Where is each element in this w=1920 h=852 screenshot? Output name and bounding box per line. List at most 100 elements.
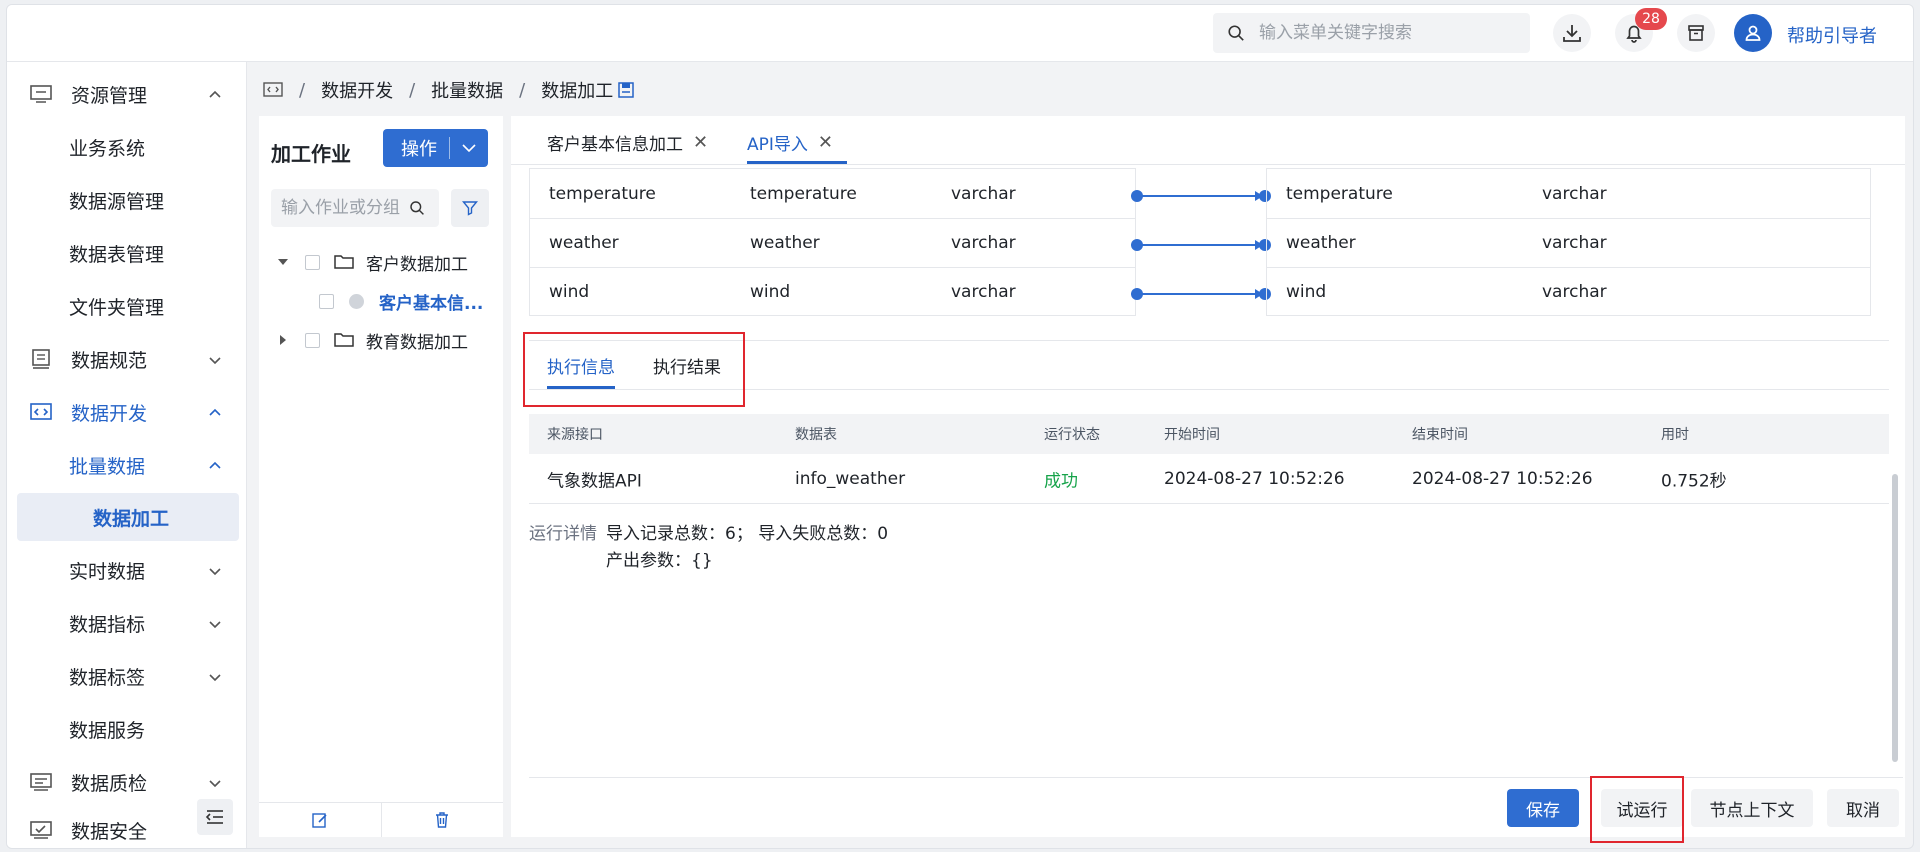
indent-icon — [205, 810, 223, 824]
sidebar-item-batch-data[interactable]: 批量数据 — [7, 441, 247, 489]
cell-source: 气象数据API — [547, 471, 642, 491]
sidebar-item-data-dev[interactable]: 数据开发 — [7, 388, 247, 436]
details-line: 产出参数：{} — [606, 551, 713, 571]
sidebar-collapse-button[interactable] — [197, 799, 233, 835]
user-icon — [1745, 25, 1761, 41]
table-row[interactable]: 气象数据API info_weather 成功 2024-08-27 10:52… — [529, 454, 1889, 504]
source-field: weather — [750, 233, 820, 253]
source-type: varchar — [951, 233, 1016, 253]
breadcrumb-separator: / — [519, 79, 526, 101]
main-panel: 客户基本信息加工 ✕ API导入 ✕ temperature temperatu… — [511, 116, 1905, 843]
tree-node-education[interactable]: 教育数据加工 — [277, 325, 468, 355]
tabbar-divider — [511, 164, 1905, 165]
tree-node-customer[interactable]: 客户数据加工 — [277, 247, 468, 277]
job-search[interactable] — [271, 189, 439, 227]
breadcrumb-item-data-dev[interactable]: 数据开发 — [321, 77, 393, 103]
breadcrumb: / 数据开发 / 批量数据 / 数据加工 — [263, 77, 635, 103]
close-icon[interactable]: ✕ — [818, 132, 833, 153]
caret-down-icon[interactable] — [277, 256, 289, 268]
tab-label: 客户基本信息加工 — [547, 135, 683, 155]
sidebar-item-business-system[interactable]: 业务系统 — [7, 123, 247, 171]
mapping-connector[interactable] — [1131, 288, 1271, 300]
cell-end-time: 2024-08-27 10:52:26 — [1412, 468, 1593, 489]
sidebar-item-resource-mgmt[interactable]: 资源管理 — [7, 70, 247, 118]
details-line: 导入记录总数：6； 导入失败总数：0 — [606, 524, 889, 544]
search-icon — [1228, 25, 1244, 41]
sidebar-item-realtime-data[interactable]: 实时数据 — [7, 546, 247, 594]
sidebar-item-label: 数据安全 — [71, 820, 148, 843]
delete-button[interactable] — [380, 803, 504, 837]
job-panel: 加工作业 操作 客户数据加工 客户基本信... 教育数据加工 — [259, 116, 503, 837]
sidebar-item-datasource[interactable]: 数据源管理 — [7, 176, 247, 224]
code-icon — [30, 403, 52, 420]
notification-badge: 28 — [1635, 8, 1667, 30]
sidebar-item-folder[interactable]: 文件夹管理 — [7, 282, 247, 330]
checklist-icon — [30, 773, 52, 791]
sidebar-item-data-metric[interactable]: 数据指标 — [7, 599, 247, 647]
sidebar-item-data-standard[interactable]: 数据规范 — [7, 335, 247, 383]
tab-label: API导入 — [747, 135, 808, 155]
cancel-button[interactable]: 取消 — [1827, 789, 1899, 827]
sidebar-item-label: 数据服务 — [69, 719, 146, 742]
menu-search[interactable] — [1213, 13, 1530, 53]
source-type: varchar — [951, 183, 1016, 204]
table-row[interactable]: wind wind varchar — [530, 267, 1135, 316]
notification-button[interactable]: 28 — [1615, 8, 1667, 52]
breadcrumb-item-batch-data[interactable]: 批量数据 — [431, 77, 503, 103]
sidebar-item-data-service[interactable]: 数据服务 — [7, 705, 247, 753]
sidebar-item-label: 数据表管理 — [69, 243, 165, 266]
edit-icon — [312, 813, 327, 828]
mapping-connector[interactable] — [1131, 190, 1271, 202]
tab-api-import[interactable]: API导入 ✕ — [747, 130, 833, 155]
tree-node-customer-basic[interactable]: 客户基本信... — [319, 286, 483, 316]
details-label: 运行详情 — [529, 524, 597, 544]
chevron-up-icon — [209, 408, 221, 416]
cell-table: info_weather — [795, 468, 906, 489]
table-row[interactable]: temperature temperature varchar — [530, 169, 1135, 218]
close-icon[interactable]: ✕ — [693, 132, 708, 153]
tab-customer-basic[interactable]: 客户基本信息加工 ✕ — [547, 130, 708, 155]
save-button[interactable]: 保存 — [1507, 789, 1579, 827]
source-name: weather — [549, 233, 619, 253]
download-button[interactable] — [1553, 14, 1591, 52]
sidebar-item-label: 业务系统 — [69, 137, 146, 160]
edit-button[interactable] — [259, 803, 381, 837]
sidebar-item-data-tag[interactable]: 数据标签 — [7, 652, 247, 700]
tree-node-label: 教育数据加工 — [366, 332, 468, 353]
mapping-connector[interactable] — [1131, 239, 1271, 251]
caret-right-icon[interactable] — [277, 334, 289, 346]
vertical-scrollbar[interactable] — [1892, 474, 1898, 762]
filter-button[interactable] — [451, 189, 489, 227]
sidebar-item-label: 实时数据 — [69, 560, 146, 583]
job-search-input[interactable] — [281, 198, 409, 218]
column-header: 开始时间 — [1164, 427, 1220, 443]
source-name: temperature — [549, 183, 656, 204]
source-field: temperature — [750, 183, 857, 204]
operation-button[interactable]: 操作 — [383, 129, 488, 167]
node-context-button[interactable]: 节点上下文 — [1691, 789, 1813, 827]
folder-icon — [334, 333, 354, 347]
tree-checkbox[interactable] — [305, 254, 320, 270]
user-name[interactable]: 帮助引导者 — [1787, 22, 1877, 48]
sidebar-item-datatable[interactable]: 数据表管理 — [7, 229, 247, 277]
sidebar-item-data-processing[interactable]: 数据加工 — [17, 493, 239, 541]
archive-icon — [1688, 25, 1704, 41]
bookmark-icon[interactable] — [617, 81, 635, 99]
trash-icon — [436, 812, 449, 828]
source-name: wind — [549, 282, 590, 302]
table-row[interactable]: weather varchar — [1267, 218, 1870, 267]
table-row[interactable]: weather weather varchar — [530, 218, 1135, 267]
sidebar: 资源管理 业务系统 数据源管理 数据表管理 文件夹管理 数据规范 数据开发 批量… — [7, 62, 247, 848]
table-row[interactable]: wind varchar — [1267, 267, 1870, 316]
status-dot-icon — [349, 293, 364, 309]
tree-checkbox[interactable] — [305, 332, 320, 348]
chevron-down-icon — [209, 621, 221, 629]
avatar[interactable] — [1734, 14, 1772, 52]
menu-search-input[interactable] — [1259, 23, 1509, 43]
tree-checkbox[interactable] — [319, 293, 334, 309]
column-header: 数据表 — [795, 427, 837, 443]
table-row[interactable]: temperature varchar — [1267, 169, 1870, 218]
archive-button[interactable] — [1677, 14, 1715, 52]
sidebar-item-label: 数据标签 — [69, 666, 146, 689]
sidebar-item-label: 资源管理 — [71, 84, 148, 107]
